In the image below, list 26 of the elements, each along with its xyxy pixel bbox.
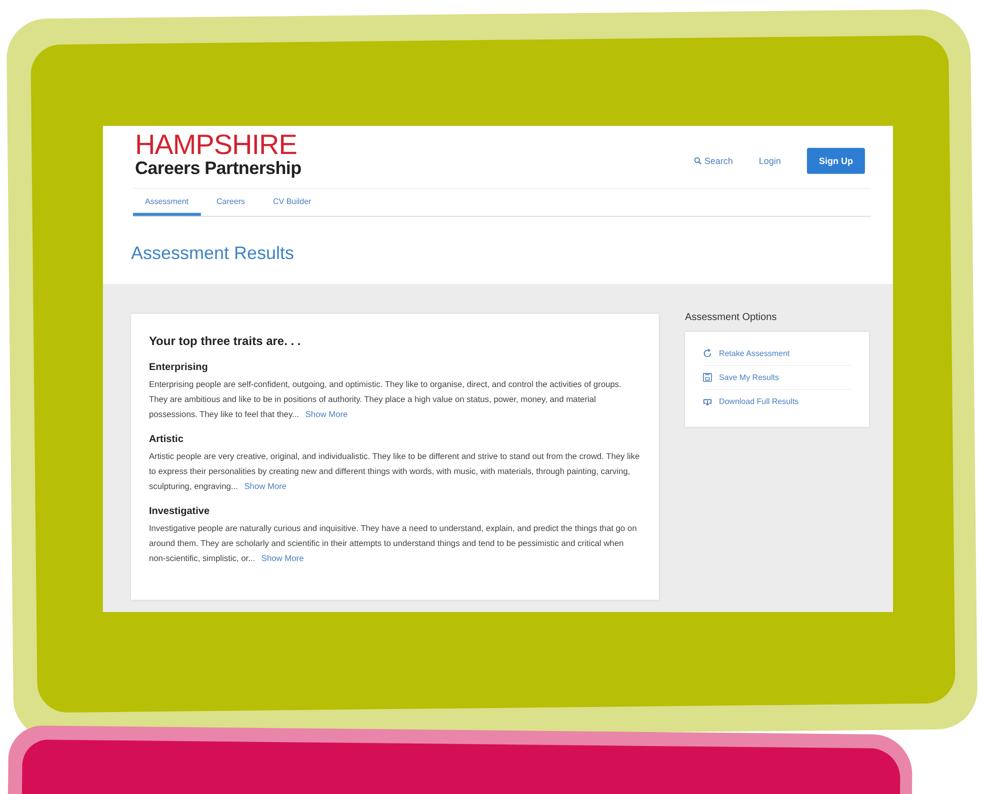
trait-name: Enterprising	[148, 362, 209, 373]
nav-tab[interactable]: Assessment	[132, 194, 201, 216]
nav-tab[interactable]: Careers	[204, 194, 257, 216]
download-icon	[702, 396, 712, 406]
logo-title: HAMPSHIRE	[134, 132, 298, 158]
option-link[interactable]: Download Full Results	[702, 390, 851, 413]
options-title: Assessment Options	[684, 312, 778, 323]
show-more-link[interactable]: Show More	[261, 552, 304, 563]
option-link[interactable]: Retake Assessment	[702, 342, 851, 366]
logo-subtitle: Careers Partnership	[134, 158, 302, 178]
login-link[interactable]: Login	[758, 156, 781, 166]
page-title: Assessment Results	[130, 242, 295, 265]
option-link[interactable]: Save My Results	[702, 366, 851, 390]
search-link[interactable]: Search	[694, 156, 733, 166]
nav-tab[interactable]: CV Builder	[260, 194, 324, 216]
show-more-link[interactable]: Show More	[305, 408, 348, 419]
show-more-link[interactable]: Show More	[244, 480, 287, 491]
results-heading: Your top three traits are. . .	[148, 334, 302, 348]
trait-description: Investigative people are naturally curious and inquisitive. They have a need to understand, explain, and predict the things that go on around them. They are scholarly and scientific in their attempts to understand things and tend to be pessimistic and critical when non-scientific, simplistic, or... Show More	[148, 522, 638, 565]
sign-up-button[interactable]: Sign Up	[806, 148, 865, 174]
refresh-icon	[702, 348, 712, 358]
search-icon	[694, 156, 702, 165]
trait-description: Enterprising people are self-confident, outgoing, and optimistic. They like to organise, direct, and control the activities of groups. They are ambitious and like to be in positions of authority. They place a high value on status, power, money, and material possessions. They like to feel that they... Show More	[148, 378, 622, 421]
trait-name: Investigative	[148, 506, 211, 517]
trait-name: Artistic	[148, 434, 184, 445]
trait-description: Artistic people are very creative, original, and individualistic. They like to be different and strive to stand out from the crowd. They like to express their personalities by creating new and different things with words, with music, with materials, through painting, carving, sculpturing, engraving... Show More	[148, 450, 641, 493]
